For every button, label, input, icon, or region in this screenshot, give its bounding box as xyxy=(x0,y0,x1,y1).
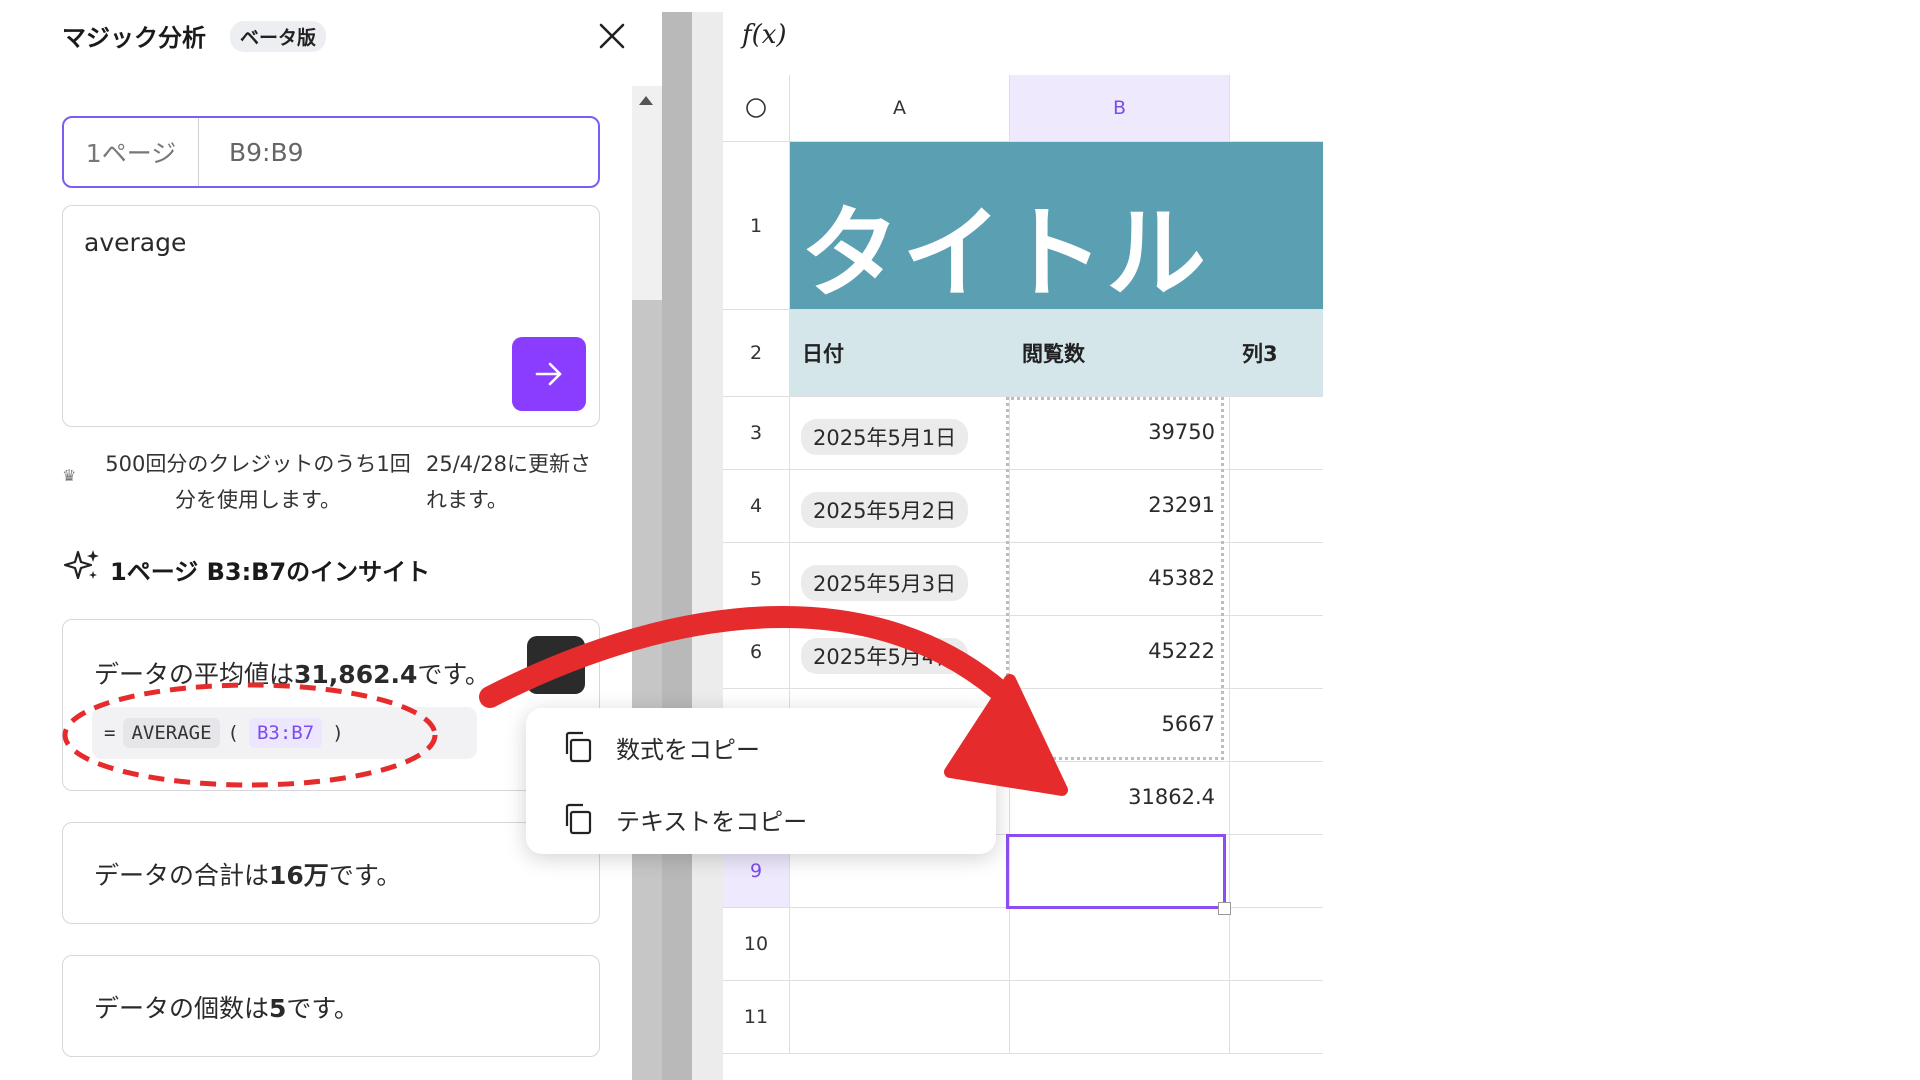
formula-chip[interactable]: = AVERAGE ( B3:B7 ) xyxy=(92,707,477,759)
date-chip: 2025年5月2日 xyxy=(801,492,969,528)
arrow-right-icon xyxy=(535,362,562,386)
header-label-col3: 列3 xyxy=(1242,342,1278,366)
copy-formula-menu-item[interactable]: 数式をコピー xyxy=(526,712,996,782)
cell-c11[interactable] xyxy=(1230,981,1323,1054)
close-button[interactable] xyxy=(592,16,632,56)
credits-usage-text: 500回分のクレジットのうち1回分を使用します。 xyxy=(105,452,411,512)
close-icon xyxy=(599,23,625,49)
crown-icon: ♛ xyxy=(62,466,77,485)
row-header-3[interactable]: 3 xyxy=(723,397,790,470)
cell-c7[interactable] xyxy=(1230,689,1323,762)
formula-bar-label: f(x) xyxy=(742,20,787,50)
copy-text-label: テキストをコピー xyxy=(616,807,808,836)
row-header-6[interactable]: 6 xyxy=(723,616,790,689)
formula-reference: B3:B7 xyxy=(248,718,323,748)
selected-cell-b9[interactable] xyxy=(1006,834,1226,909)
column-header-c[interactable] xyxy=(1230,75,1323,142)
canvas-edge xyxy=(692,12,723,1080)
insight-more-button[interactable] xyxy=(527,636,585,694)
scroll-up-icon[interactable] xyxy=(639,96,653,105)
cell-b10[interactable] xyxy=(1010,908,1230,981)
date-chip: 2025年5月1日 xyxy=(801,419,969,455)
date-chip: 2025年5月3日 xyxy=(801,565,969,601)
cell-c8[interactable] xyxy=(1230,762,1323,835)
cell-c3[interactable] xyxy=(1230,397,1323,470)
row-header-4[interactable]: 4 xyxy=(723,470,790,543)
cell-b11[interactable] xyxy=(1010,981,1230,1054)
insight-count-text: データの個数は5です。 xyxy=(94,994,359,1023)
fill-handle[interactable] xyxy=(1218,902,1231,915)
header-label-views: 閲覧数 xyxy=(1022,342,1085,366)
formula-function: AVERAGE xyxy=(123,718,220,748)
date-chip: 2025年5月4日 xyxy=(801,638,969,674)
cell-c9[interactable] xyxy=(1230,835,1323,908)
scrollbar-thumb[interactable] xyxy=(632,300,662,1080)
row-header-5[interactable]: 5 xyxy=(723,543,790,616)
cell-c4[interactable] xyxy=(1230,470,1323,543)
copy-icon xyxy=(565,731,592,763)
range-page[interactable]: 1ページ xyxy=(64,118,199,186)
copy-icon xyxy=(565,803,592,835)
formula-open-paren: ( xyxy=(227,722,239,744)
row-header-10[interactable]: 10 xyxy=(723,908,790,981)
header-cell-date[interactable]: 日付 xyxy=(790,310,1010,397)
select-all-corner[interactable] xyxy=(723,75,790,142)
header-label-date: 日付 xyxy=(802,342,844,366)
range-selector[interactable]: 1ページ B9:B9 xyxy=(62,116,600,188)
header-cell-col3[interactable]: 列3 xyxy=(1230,310,1323,397)
panel-divider xyxy=(662,12,692,1080)
circle-icon xyxy=(746,98,766,118)
row-header-11[interactable]: 11 xyxy=(723,981,790,1054)
cell-c6[interactable] xyxy=(1230,616,1323,689)
insight-average-text: データの平均値は31,862.4です。 xyxy=(94,660,490,689)
formula-equals: = xyxy=(104,722,116,744)
range-value[interactable]: B9:B9 xyxy=(199,118,598,186)
insight-card-average[interactable] xyxy=(62,619,600,791)
copy-formula-label: 数式をコピー xyxy=(616,735,760,764)
insight-title: 1ページ B3:B7のインサイト xyxy=(110,558,431,586)
credits-renewal-text: 25/4/28に更新されます。 xyxy=(426,452,591,512)
sheet-title: タイトル xyxy=(800,195,1208,312)
value-b8: 31862.4 xyxy=(1128,785,1215,809)
source-range-highlight xyxy=(1006,397,1224,760)
cell-a11[interactable] xyxy=(790,981,1010,1054)
send-button[interactable] xyxy=(512,337,586,411)
beta-badge: ベータ版 xyxy=(230,21,327,52)
context-menu: 数式をコピー テキストをコピー xyxy=(526,708,996,854)
sparkle-icon xyxy=(62,546,102,586)
column-header-a[interactable]: A xyxy=(790,75,1010,142)
copy-text-menu-item[interactable]: テキストをコピー xyxy=(526,784,996,854)
prompt-text[interactable]: average xyxy=(84,228,186,257)
panel-title: マジック分析 xyxy=(62,24,206,52)
insight-sum-text: データの合計は16万です。 xyxy=(94,861,402,890)
row-header-2[interactable]: 2 xyxy=(723,310,790,397)
cell-a10[interactable] xyxy=(790,908,1010,981)
cell-c5[interactable] xyxy=(1230,543,1323,616)
cell-c10[interactable] xyxy=(1230,908,1323,981)
header-cell-views[interactable]: 閲覧数 xyxy=(1010,310,1230,397)
formula-close-paren: ) xyxy=(332,722,344,744)
row-header-1[interactable]: 1 xyxy=(723,142,790,310)
column-header-b[interactable]: B xyxy=(1010,75,1230,142)
